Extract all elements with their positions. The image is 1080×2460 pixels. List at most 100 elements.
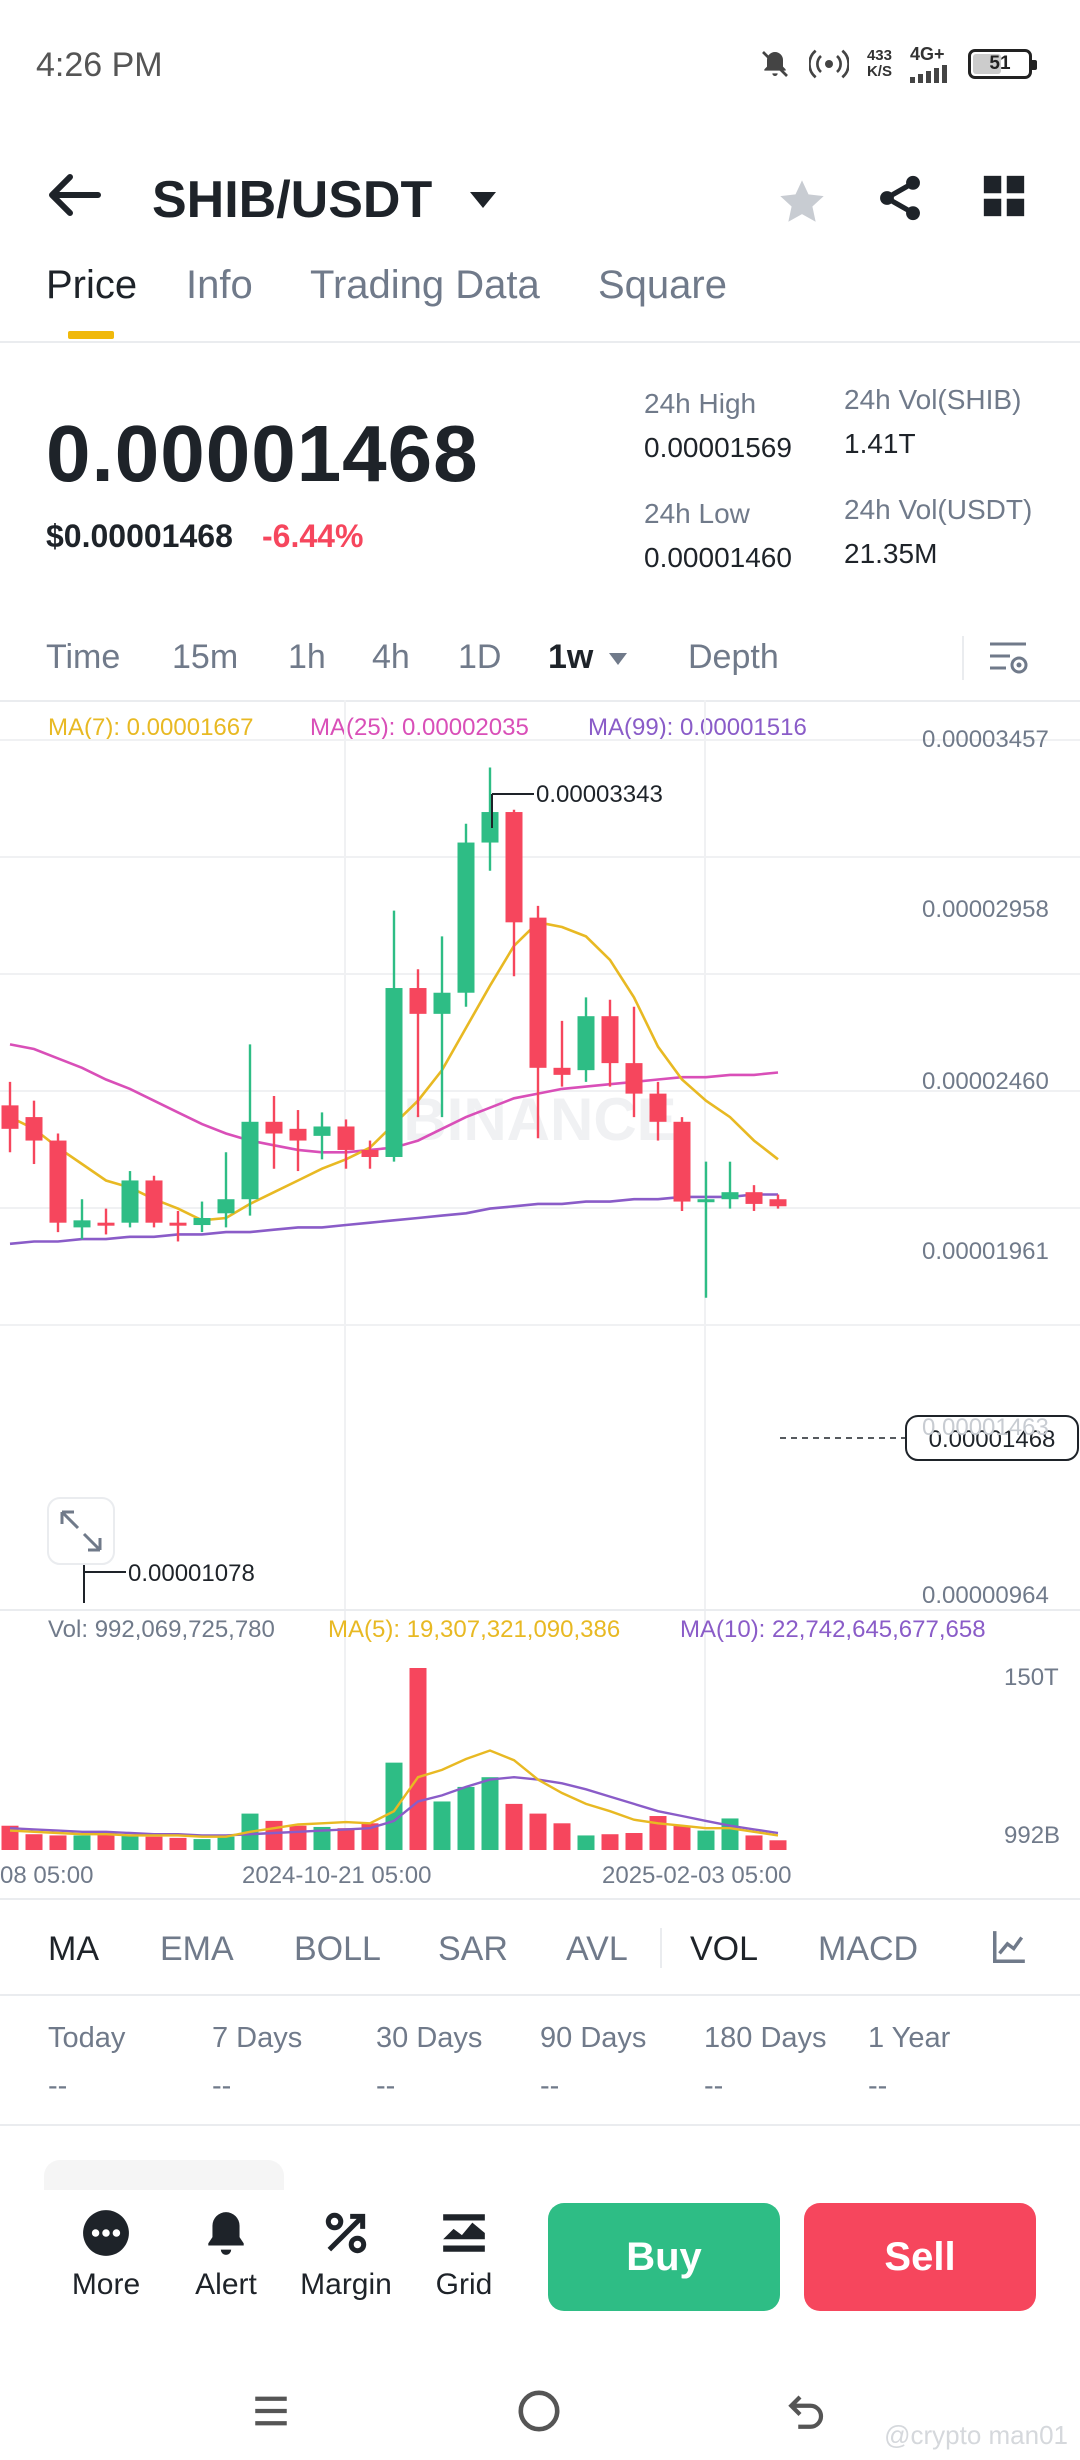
tf-1h[interactable]: 1h [288, 638, 326, 677]
candle-body [313, 1126, 331, 1136]
recent-apps-icon[interactable] [250, 2390, 292, 2432]
buy-button[interactable]: Buy [548, 2203, 780, 2311]
ind-vol[interactable]: VOL [690, 1930, 758, 1969]
tab-info[interactable]: Info [186, 263, 253, 308]
back-nav-icon[interactable] [786, 2390, 828, 2432]
alert-action[interactable]: Alert [166, 2208, 286, 2328]
price-chart[interactable]: BINANCE 0.00003343 0.00001078 0.00001468 [0, 700, 1080, 1890]
ind-sar[interactable]: SAR [438, 1930, 508, 1969]
home-icon[interactable] [516, 2388, 562, 2434]
vol-ma10-legend: MA(10): 22,742,645,677,658 [680, 1616, 986, 1643]
tab-square[interactable]: Square [598, 263, 727, 308]
margin-action[interactable]: Margin [286, 2208, 406, 2328]
margin-label: Margin [300, 2268, 392, 2301]
volume-bar [745, 1835, 763, 1850]
volume-bar [409, 1668, 427, 1850]
axis-label: 0.00000964 [922, 1582, 1049, 1609]
grid-trading-icon [443, 2214, 485, 2252]
hotspot-icon [808, 49, 849, 78]
volume-bar [49, 1835, 67, 1850]
volume-legend: Vol: 992,069,725,780 [48, 1616, 275, 1643]
ind-avl[interactable]: AVL [566, 1930, 628, 1969]
tf-1d[interactable]: 1D [458, 638, 501, 677]
perf-value: -- [868, 2070, 888, 2102]
candle-body [265, 1121, 283, 1134]
alert-label: Alert [195, 2268, 257, 2301]
chart-settings-icon[interactable] [986, 638, 1030, 678]
star-icon[interactable] [776, 176, 828, 228]
indicator-settings-icon[interactable] [990, 1928, 1028, 1966]
grid-icon[interactable] [982, 174, 1026, 218]
signal-icon [910, 65, 947, 83]
candle-body [49, 1140, 67, 1223]
candle-body [433, 992, 451, 1014]
volume-bar [289, 1825, 307, 1850]
candle-body [193, 1217, 211, 1226]
perf-value: -- [212, 2070, 232, 2102]
ind-ema[interactable]: EMA [160, 1930, 234, 1969]
tab-trading-data[interactable]: Trading Data [310, 263, 540, 308]
candle-body [601, 1016, 619, 1064]
net-type: 4G+ [910, 44, 945, 64]
signal-group: 4G+ [910, 44, 950, 83]
axis-label: 0.00001961 [922, 1238, 1049, 1265]
pair-title[interactable]: SHIB/USDT [152, 170, 432, 230]
candle-body [481, 812, 499, 843]
date-label: 2025-02-03 05:00 [602, 1862, 792, 1889]
expand-chart-bg [47, 1497, 115, 1565]
ind-ma[interactable]: MA [48, 1930, 99, 1969]
grid-action[interactable]: Grid [404, 2208, 524, 2328]
alert-bell-icon [208, 2212, 244, 2255]
volume-bar [193, 1839, 211, 1850]
axis-label: 0.00001463 [922, 1414, 1049, 1441]
volume-bar [673, 1825, 691, 1850]
candle-body [553, 1067, 571, 1075]
perf-value: -- [48, 2070, 68, 2102]
tab-price[interactable]: Price [46, 263, 137, 308]
candle-body [577, 1016, 595, 1071]
more-action[interactable]: More [46, 2208, 166, 2328]
perf-label: Today [48, 2022, 126, 2054]
vol-quote-value: 21.35M [844, 538, 938, 569]
back-arrow-icon[interactable] [44, 170, 104, 220]
share-icon[interactable] [874, 172, 926, 224]
tf-1w[interactable]: 1w [548, 638, 593, 677]
ind-boll[interactable]: BOLL [294, 1930, 381, 1969]
tf-4h[interactable]: 4h [372, 638, 410, 677]
vol-axis-bottom: 992B [1004, 1822, 1061, 1849]
perf-label: 1 Year [868, 2022, 951, 2054]
vol-base-value: 1.41T [844, 428, 916, 459]
axis-label: 0.00002958 [922, 896, 1049, 923]
volume-bar [337, 1828, 355, 1850]
perf-label: 180 Days [704, 2022, 827, 2054]
tf-depth[interactable]: Depth [688, 638, 779, 677]
volume-bar [505, 1803, 523, 1850]
candle-body [73, 1220, 91, 1228]
tf-divider [962, 636, 964, 680]
collapsed-panel-handle [44, 2160, 284, 2190]
volume-bar [73, 1835, 91, 1850]
candle-body [673, 1121, 691, 1202]
tf-15m[interactable]: 15m [172, 638, 238, 677]
sell-button[interactable]: Sell [804, 2203, 1036, 2311]
volume-bar [577, 1835, 595, 1850]
tf-time[interactable]: Time [46, 638, 120, 677]
high-label: 24h High [644, 388, 757, 419]
expand-chart-button[interactable] [47, 1497, 115, 1565]
more-label: More [71, 2268, 141, 2301]
caret-down-icon[interactable] [468, 190, 498, 210]
candle-body [745, 1192, 763, 1204]
perf-value: -- [704, 2070, 724, 2102]
high-value: 0.00001569 [644, 432, 792, 463]
volume-bar [529, 1813, 547, 1850]
perf-value: -- [540, 2070, 560, 2102]
vol-ma5-legend: MA(5): 19,307,321,090,386 [328, 1616, 621, 1643]
status-bar: 4:26 PM 433 K/S 4G+ 51 [0, 0, 1080, 130]
candle-body [529, 917, 547, 1068]
vol-base-label: 24h Vol(SHIB) [844, 384, 1022, 415]
candle-body [457, 842, 475, 993]
status-icons: 433 K/S 4G+ 51 [759, 44, 1037, 83]
ind-macd[interactable]: MACD [818, 1930, 918, 1969]
tf-caret-icon[interactable] [608, 652, 628, 666]
perf-label: 90 Days [540, 2022, 647, 2054]
